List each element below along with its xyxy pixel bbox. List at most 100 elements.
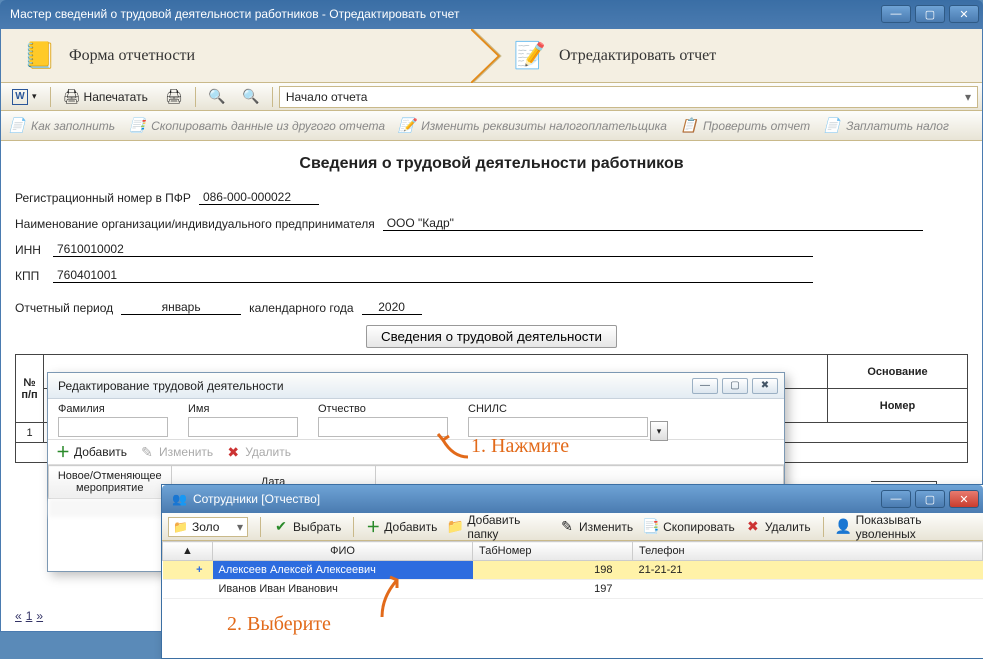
pay-icon: 📄 (824, 118, 840, 134)
anno-select: 2. Выберите (227, 613, 331, 636)
inn-field[interactable]: 7610010002 (53, 237, 813, 257)
wizard-step-edit[interactable]: 📝 Отредактировать отчет (491, 29, 736, 82)
dlg1-maximize[interactable]: ▢ (722, 378, 748, 394)
export-word-button[interactable]: W▾ (5, 86, 44, 108)
minimize-button[interactable]: — (881, 5, 911, 23)
dlg2-toolbar: Золо ✔Выбрать ＋Добавить 📁Добавить папку … (162, 513, 983, 541)
zoom-out-button[interactable]: 🔍 (236, 86, 266, 108)
emp-phone (633, 580, 983, 599)
dlg1-close[interactable]: ✖ (752, 378, 778, 394)
middlename-label: Отчество (318, 403, 448, 415)
period-mid-label: календарного года (249, 301, 353, 315)
emp-phone: 21-21-21 (633, 561, 983, 580)
dlg1-edit-button[interactable]: ✎Изменить (139, 444, 213, 460)
wizard-bar: 📒 Форма отчетности 📝 Отредактировать отч… (1, 29, 982, 83)
bookmark-select[interactable]: Начало отчета (279, 86, 978, 108)
pencil-icon: ✎ (139, 444, 155, 460)
employee-row[interactable]: + Алексеев Алексей Алексеевич 198 21-21-… (163, 561, 983, 580)
middlename-input[interactable] (318, 417, 448, 437)
dlg2-delete-button[interactable]: ✖Удалить (745, 519, 811, 535)
pager-next[interactable]: » (36, 609, 43, 623)
col-tab[interactable]: ТабНомер (473, 542, 633, 561)
kpp-field[interactable]: 760401001 (53, 263, 813, 283)
zoom-out-icon: 🔍 (243, 89, 259, 105)
print-more-button[interactable]: 🖨 (159, 86, 189, 108)
printer2-icon: 🖨 (166, 89, 182, 105)
snils-picker-button[interactable]: ▾ (650, 421, 668, 441)
report-toolbar: W▾ 🖨 Напечатать 🖨 🔍 🔍 Начало отчета (1, 83, 982, 111)
dlg1-add-button[interactable]: ＋Добавить (56, 442, 127, 462)
org-label: Наименование организации/индивидуального… (15, 217, 375, 231)
pencil-icon: ✎ (559, 519, 575, 535)
snils-input[interactable] (468, 417, 648, 437)
how-to-fill-button[interactable]: 📄Как заполнить (9, 118, 115, 134)
org-field[interactable]: ООО "Кадр" (383, 211, 923, 231)
row-1-num: 1 (16, 423, 44, 443)
period-month-field[interactable]: январь (121, 295, 241, 315)
delete-icon: ✖ (225, 444, 241, 460)
kpp-label: КПП (15, 269, 45, 283)
check-report-button[interactable]: 📋Проверить отчет (681, 118, 810, 134)
copy-from-report-button[interactable]: 📑Скопировать данные из другого отчета (129, 118, 385, 134)
col-sort[interactable]: ▲ (163, 542, 213, 561)
dlg2-copy-button[interactable]: 📑Скопировать (643, 519, 735, 535)
zoom-in-button[interactable]: 🔍 (202, 86, 232, 108)
actions-toolbar: 📄Как заполнить 📑Скопировать данные из др… (1, 111, 982, 141)
activity-details-button[interactable]: Сведения о трудовой деятельности (366, 325, 617, 348)
change-taxpayer-button[interactable]: 📝Изменить реквизиты налогоплательщика (399, 118, 667, 134)
help-doc-icon: 📄 (9, 118, 25, 134)
dlg2-add-button[interactable]: ＋Добавить (366, 517, 437, 537)
employee-row[interactable]: Иванов Иван Иванович 197 (163, 580, 983, 599)
delete-icon: ✖ (745, 519, 761, 535)
emp-tab: 197 (473, 580, 633, 599)
dlg2-show-fired-button[interactable]: 👤Показывать уволенных (836, 513, 977, 541)
dlg1-col-event[interactable]: Новое/Отменяющее мероприятие (49, 466, 172, 499)
dlg2-close[interactable]: ✕ (949, 490, 979, 508)
copy-icon: 📑 (643, 519, 659, 535)
close-button[interactable]: ✕ (949, 5, 979, 23)
emp-fio: Алексеев Алексей Алексеевич (213, 561, 473, 580)
pager-prev[interactable]: « (15, 609, 22, 623)
period-year-field[interactable]: 2020 (362, 295, 422, 315)
print-button[interactable]: 🖨 Напечатать (57, 86, 155, 108)
edit-doc-icon: 📝 (399, 118, 415, 134)
bookmark-value: Начало отчета (286, 90, 368, 104)
col-np: № п/п (16, 355, 44, 423)
col-fio[interactable]: ФИО (213, 542, 473, 561)
plus-icon: ＋ (56, 442, 70, 462)
printer-icon: 🖨 (64, 89, 80, 105)
lastname-input[interactable] (58, 417, 168, 437)
firstname-label: Имя (188, 403, 298, 415)
main-client-area: 📒 Форма отчетности 📝 Отредактировать отч… (0, 28, 983, 632)
word-icon: W (12, 89, 28, 105)
reg-label: Регистрационный номер в ПФР (15, 191, 191, 205)
dlg2-titlebar: 👥 Сотрудники [Отчество] — ▢ ✕ (162, 485, 983, 513)
expand-icon: + (196, 564, 202, 576)
period-label: Отчетный период (15, 301, 113, 315)
firstname-input[interactable] (188, 417, 298, 437)
dlg1-toolbar: ＋Добавить ✎Изменить ✖Удалить (48, 439, 784, 465)
pager-page-1[interactable]: 1 (26, 609, 33, 623)
col-phone[interactable]: Телефон (633, 542, 983, 561)
folder-select[interactable]: Золо (168, 517, 248, 537)
pay-tax-button[interactable]: 📄Заплатить налог (824, 118, 949, 134)
employees-grid: ▲ ФИО ТабНомер Телефон + Алексеев Алексе… (162, 541, 983, 599)
zoom-in-icon: 🔍 (209, 89, 225, 105)
dlg1-minimize[interactable]: — (692, 378, 718, 394)
window-buttons: — ▢ ✕ (881, 5, 979, 23)
print-label: Напечатать (84, 90, 148, 104)
maximize-button[interactable]: ▢ (915, 5, 945, 23)
dlg1-delete-button[interactable]: ✖Удалить (225, 444, 291, 460)
dlg2-maximize[interactable]: ▢ (915, 490, 945, 508)
dlg1-title: Редактирование трудовой деятельности (58, 379, 284, 393)
dlg1-titlebar: Редактирование трудовой деятельности — ▢… (48, 373, 784, 399)
reg-field[interactable]: 086-000-000022 (199, 185, 319, 205)
emp-fio: Иванов Иван Иванович (213, 580, 473, 599)
dlg2-add-folder-button[interactable]: 📁Добавить папку (447, 513, 549, 541)
col-base: Основание (828, 355, 968, 389)
dlg2-edit-button[interactable]: ✎Изменить (559, 519, 633, 535)
dlg2-minimize[interactable]: — (881, 490, 911, 508)
dlg2-select-button[interactable]: ✔Выбрать (273, 519, 341, 535)
wizard-step-form[interactable]: 📒 Форма отчетности (1, 29, 491, 82)
inn-label: ИНН (15, 243, 45, 257)
